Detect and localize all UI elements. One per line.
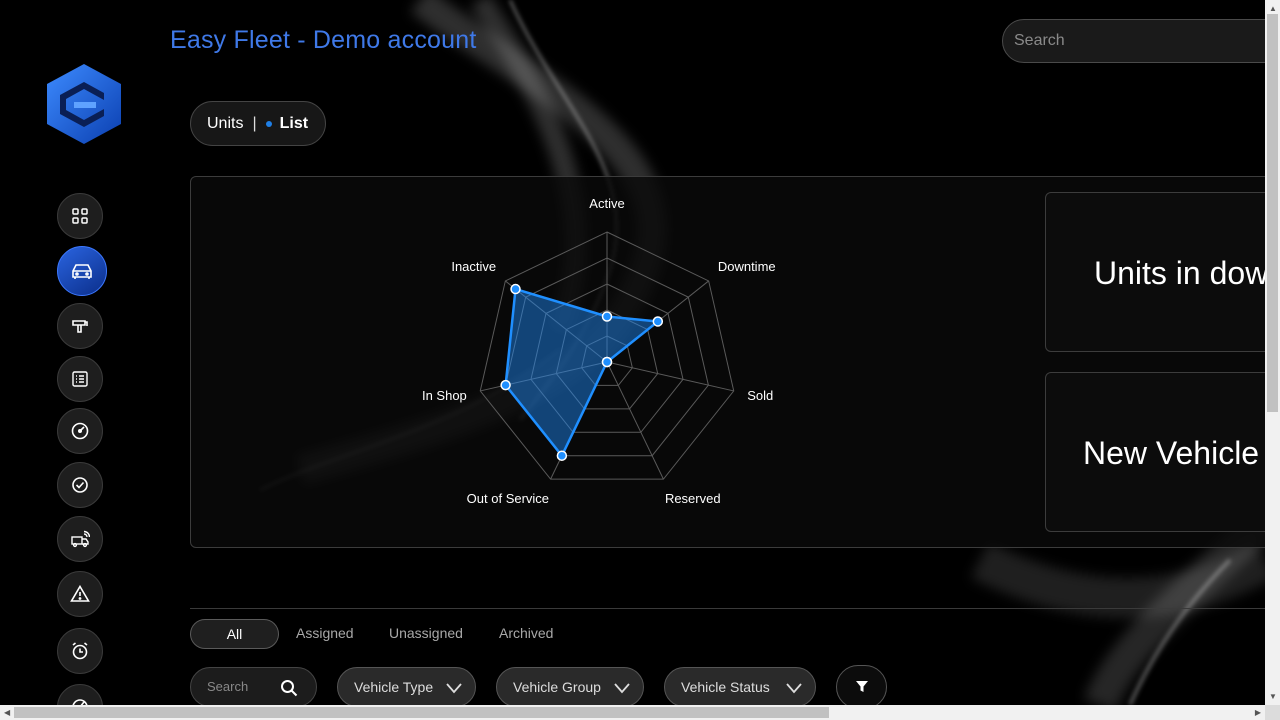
units-view-label[interactable]: Units (207, 115, 243, 133)
vehicle-type-dropdown[interactable]: Vehicle Type (337, 667, 476, 707)
sidebar-item-fuel[interactable] (57, 303, 103, 349)
vertical-scrollbar[interactable]: ▲ ▼ (1265, 0, 1280, 705)
radar-category-label: Sold (747, 388, 773, 403)
new-vehicle-title: New Vehicle A (1083, 435, 1280, 471)
scroll-down-arrow-icon[interactable]: ▼ (1269, 692, 1277, 701)
sidebar-item-reports[interactable] (57, 356, 103, 402)
radar-category-label: In Shop (422, 388, 467, 403)
tab-unassigned[interactable]: Unassigned (389, 619, 463, 649)
search-input[interactable]: Search (1002, 19, 1280, 63)
radar-category-label: Inactive (451, 259, 496, 274)
tab-assigned[interactable]: Assigned (296, 619, 354, 649)
units-in-downtime-title: Units in downtime (1094, 255, 1280, 291)
check-circle-icon (72, 477, 88, 493)
radar-axis-line (606, 361, 664, 480)
fuel-pump-icon (72, 320, 88, 333)
connected-truck-icon (71, 530, 90, 548)
filter-funnel-icon (855, 681, 868, 692)
tab-archived[interactable]: Archived (499, 619, 553, 649)
horizontal-scrollbar[interactable]: ◀ ▶ (0, 705, 1265, 720)
radar-data-point (500, 379, 511, 391)
unit-status-radar-chart: Active Downtime Sold Reserved Out of Service… (422, 196, 776, 506)
radar-data-point (510, 283, 521, 295)
list-view-label[interactable]: List (280, 115, 308, 133)
chevron-down-icon (614, 683, 630, 694)
radar-data-point (652, 316, 664, 327)
search-placeholder: Search (1014, 32, 1065, 49)
vertical-scroll-thumb[interactable] (1267, 14, 1278, 412)
units-search-input[interactable]: Search (190, 667, 317, 707)
chevron-down-icon (786, 683, 802, 694)
vehicle-status-label: Vehicle Status (681, 679, 770, 695)
sidebar-item-inspections[interactable] (57, 462, 103, 508)
sidebar-item-reminders[interactable] (57, 628, 103, 674)
filter-button[interactable] (836, 665, 887, 709)
view-toggle[interactable]: Units | List (190, 101, 326, 146)
radar-category-label: Out of Service (467, 491, 549, 506)
sidebar-item-units[interactable] (57, 246, 107, 296)
toggle-separator: | (252, 114, 257, 132)
units-search-placeholder: Search (207, 679, 249, 694)
radar-category-label: Reserved (665, 491, 721, 506)
radar-data-point (601, 356, 613, 368)
sidebar-item-meters[interactable] (57, 408, 103, 454)
scroll-right-arrow-icon[interactable]: ▶ (1255, 708, 1261, 717)
sidebar-item-issues[interactable] (57, 571, 103, 617)
app-title: Easy Fleet - Demo account (170, 26, 477, 54)
units-in-downtime-card[interactable]: Units in downtime (1045, 192, 1280, 352)
selected-dot-icon (265, 120, 272, 127)
car-icon (72, 264, 92, 279)
sidebar-item-telematics[interactable] (57, 516, 103, 562)
scroll-left-arrow-icon[interactable]: ◀ (4, 708, 10, 717)
speedometer-icon (71, 422, 89, 440)
easy-fleet-logo (47, 64, 121, 144)
radar-data-point (556, 450, 568, 461)
tabs-divider (190, 608, 1270, 609)
scrollbar-corner (1265, 705, 1280, 720)
vehicle-type-label: Vehicle Type (354, 679, 434, 695)
vehicle-group-label: Vehicle Group (513, 679, 601, 695)
tab-all[interactable]: All (190, 619, 279, 649)
vehicle-group-dropdown[interactable]: Vehicle Group (496, 667, 644, 707)
horizontal-scroll-thumb[interactable] (14, 707, 829, 718)
vehicle-status-dropdown[interactable]: Vehicle Status (664, 667, 816, 707)
alarm-clock-icon (72, 642, 88, 660)
chevron-down-icon (446, 683, 462, 694)
scroll-up-arrow-icon[interactable]: ▲ (1269, 4, 1277, 13)
warning-icon (70, 584, 90, 602)
search-icon[interactable] (280, 679, 298, 697)
new-vehicle-card[interactable]: New Vehicle A (1045, 372, 1280, 532)
radar-series-area (504, 287, 660, 457)
radar-data-point (601, 311, 613, 322)
sidebar-item-dashboard[interactable] (57, 193, 103, 239)
dashboard-grid-icon (72, 208, 88, 224)
radar-category-label: Active (589, 196, 624, 211)
radar-category-label: Downtime (718, 259, 776, 274)
checklist-icon (72, 371, 88, 387)
